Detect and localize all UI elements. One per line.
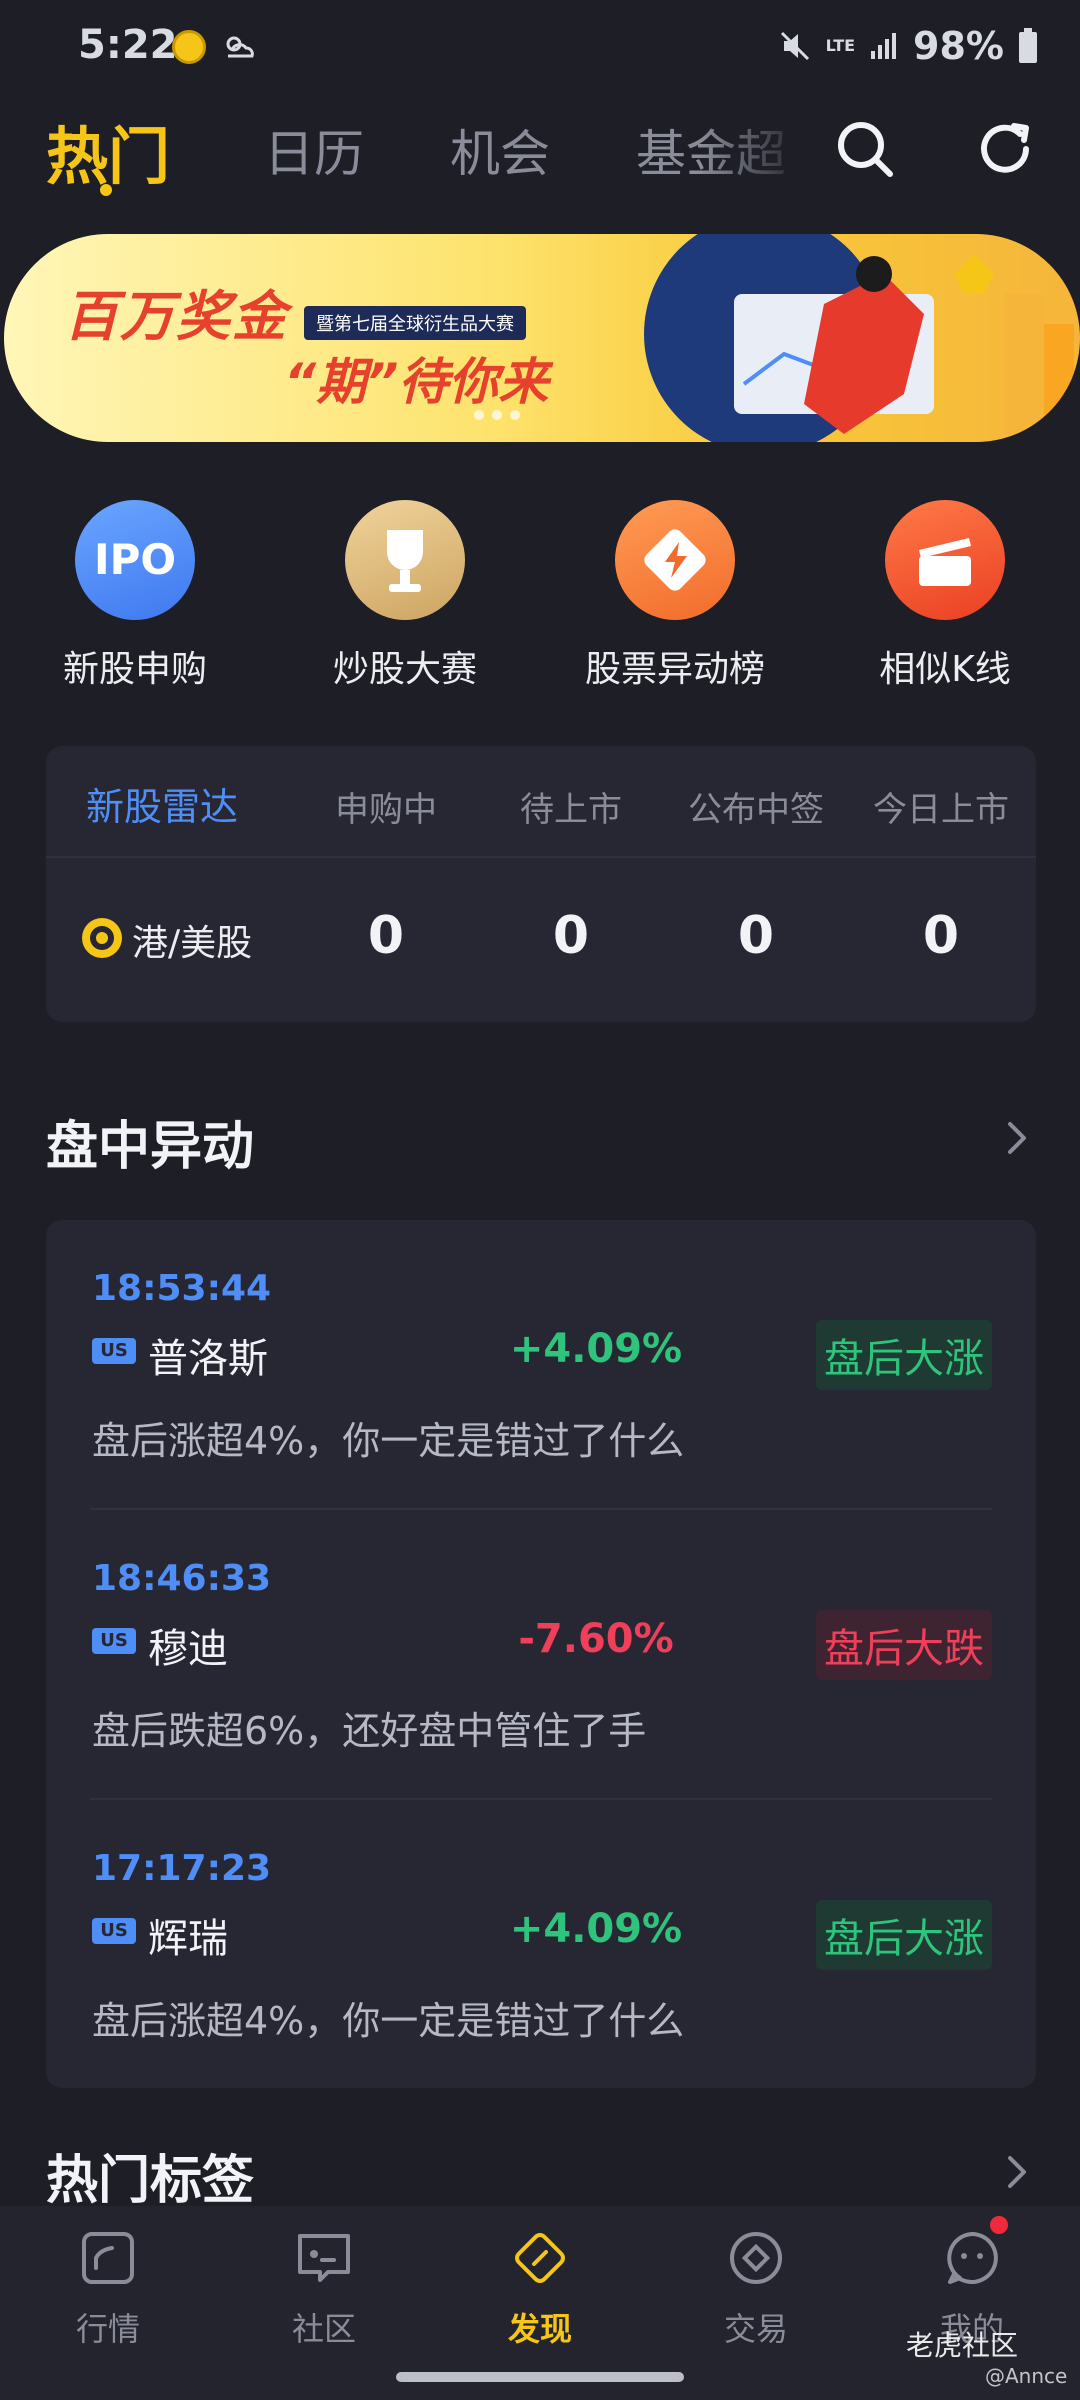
chart-icon: [82, 2232, 134, 2284]
network-type: LTE: [825, 36, 856, 55]
status-bar: 5:22 LTE 98%: [0, 0, 1080, 96]
signal-icon: [871, 33, 897, 59]
feature-label: 股票异动榜: [584, 649, 765, 690]
price-change: +4.09%: [509, 1906, 683, 1952]
column-subscribing[interactable]: 申购中: [296, 782, 476, 831]
feature-label: 新股申购: [62, 649, 207, 690]
list-item[interactable]: 17:17:23 US 辉瑞 +4.09% 盘后大涨 盘后涨超4%，你一定是错过…: [46, 1800, 1036, 2090]
movers-section-title[interactable]: 盘中异动: [46, 1104, 254, 1179]
price-change: -7.60%: [518, 1616, 674, 1662]
list-item[interactable]: 18:46:33 US 穆迪 -7.60% 盘后大跌 盘后跌超6%，还好盘中管住…: [46, 1510, 1036, 1800]
banner-subtitle: “期”待你来: [284, 353, 549, 411]
chevron-right-icon[interactable]: [1002, 1118, 1032, 1158]
mover-description: 盘后涨超4%，你一定是错过了什么: [92, 1999, 685, 2043]
count-allotment[interactable]: 0: [666, 906, 846, 966]
hk-us-market-icon: [82, 918, 122, 958]
feature-similar-kline[interactable]: 相似K线: [835, 500, 1055, 692]
ipo-icon: IPO: [75, 500, 195, 620]
mover-time: 18:53:44: [92, 1268, 272, 1309]
profile-icon: [947, 2232, 998, 2284]
search-icon[interactable]: [830, 114, 900, 184]
tab-opportunity[interactable]: 机会: [450, 114, 550, 186]
nav-trade[interactable]: 交易: [676, 2228, 836, 2350]
mover-tag: 盘后大跌: [816, 1610, 992, 1680]
ipo-radar-card: 新股雷达 申购中 待上市 公布中签 今日上市 港/美股 0 0 0 0: [46, 746, 1036, 1022]
mover-description: 盘后跌超6%，还好盘中管住了手: [92, 1709, 647, 1753]
feature-stock-movers[interactable]: 股票异动榜: [565, 500, 785, 692]
watermark-text: 老虎社区: [906, 2329, 1019, 2362]
market-badge: US: [92, 1628, 136, 1654]
notification-badge: [990, 2216, 1008, 2234]
list-item[interactable]: 18:53:44 US 普洛斯 +4.09% 盘后大涨 盘后涨超4%，你一定是错…: [46, 1220, 1036, 1510]
mover-tag: 盘后大涨: [816, 1900, 992, 1970]
nav-label: 社区: [291, 2310, 356, 2348]
stock-name: 穆迪: [148, 1626, 228, 1672]
mover-tag: 盘后大涨: [816, 1320, 992, 1390]
nav-discover[interactable]: 发现: [460, 2228, 620, 2350]
refresh-icon[interactable]: [970, 114, 1040, 184]
active-tab-indicator: [100, 184, 112, 196]
weather-icon: [226, 36, 254, 58]
stock-name: 普洛斯: [148, 1336, 268, 1382]
feature-label: 炒股大赛: [332, 649, 477, 690]
feature-trading-contest[interactable]: 炒股大赛: [295, 500, 515, 692]
ipo-radar-header: 新股雷达 申购中 待上市 公布中签 今日上市: [46, 746, 1036, 858]
nav-label: 行情: [75, 2310, 140, 2348]
ipo-radar-title[interactable]: 新股雷达: [86, 776, 238, 831]
home-indicator[interactable]: [396, 2372, 684, 2382]
column-listing-today[interactable]: 今日上市: [851, 782, 1031, 831]
mover-description: 盘后涨超4%，你一定是错过了什么: [92, 1419, 685, 1463]
count-listing-today[interactable]: 0: [851, 906, 1031, 966]
bottom-nav: 行情 社区 发现 交易 我的: [0, 2206, 1080, 2400]
mute-icon: [780, 31, 809, 61]
column-pending-listing[interactable]: 待上市: [481, 782, 661, 831]
price-change: +4.09%: [509, 1326, 683, 1372]
tab-calendar[interactable]: 日历: [264, 114, 364, 186]
banner-pagination: [474, 410, 520, 420]
community-icon: [298, 2234, 350, 2282]
hot-tags-section-title[interactable]: 热门标签: [46, 2138, 254, 2213]
watermark-user: @Annce: [985, 2364, 1068, 2388]
feature-ipo-subscribe[interactable]: IPO 新股申购: [25, 500, 245, 692]
lightning-icon: [615, 500, 735, 620]
status-right: LTE 98%: [778, 24, 1038, 68]
battery-icon: [1019, 28, 1037, 63]
movers-list: 18:53:44 US 普洛斯 +4.09% 盘后大涨 盘后涨超4%，你一定是错…: [46, 1220, 1036, 2088]
market-badge: US: [92, 1338, 136, 1364]
mover-time: 17:17:23: [92, 1848, 272, 1889]
promo-banner[interactable]: 百万奖金 暨第七届全球衍生品大赛 “期”待你来: [4, 234, 1080, 442]
feature-label: 相似K线: [879, 649, 1011, 690]
market-badge: US: [92, 1918, 136, 1944]
market-row-label: 港/美股: [132, 923, 253, 964]
feature-shortcuts: IPO 新股申购 炒股大赛 股票异动榜 相似K线: [0, 500, 1080, 700]
nav-label: 发现: [507, 2310, 572, 2348]
chevron-right-icon[interactable]: [1002, 2152, 1032, 2192]
top-tabs: 热门 日历 机会 基金超: [0, 100, 1080, 210]
count-pending-listing[interactable]: 0: [481, 906, 661, 966]
mover-time: 18:46:33: [92, 1558, 272, 1599]
count-subscribing[interactable]: 0: [296, 906, 476, 966]
battery-level: 98%: [913, 24, 1004, 68]
stock-name: 辉瑞: [148, 1916, 228, 1962]
banner-title: 百万奖金: [64, 285, 288, 348]
trophy-icon: [345, 500, 465, 620]
nav-community[interactable]: 社区: [244, 2228, 404, 2350]
discover-icon: [515, 2233, 565, 2283]
svg-text:IPO: IPO: [94, 535, 176, 584]
tab-hot[interactable]: 热门: [46, 106, 170, 196]
nav-market[interactable]: 行情: [28, 2228, 188, 2350]
column-allotment[interactable]: 公布中签: [666, 782, 846, 831]
nav-label: 交易: [723, 2310, 788, 2348]
tab-fade: [700, 100, 810, 200]
status-time: 5:22: [78, 22, 178, 68]
banner-badge: 暨第七届全球衍生品大赛: [304, 306, 526, 340]
trade-icon: [730, 2232, 782, 2284]
banner-illustration: [644, 234, 1074, 442]
kline-icon: [885, 500, 1005, 620]
tiger-coin-icon: [172, 30, 206, 64]
